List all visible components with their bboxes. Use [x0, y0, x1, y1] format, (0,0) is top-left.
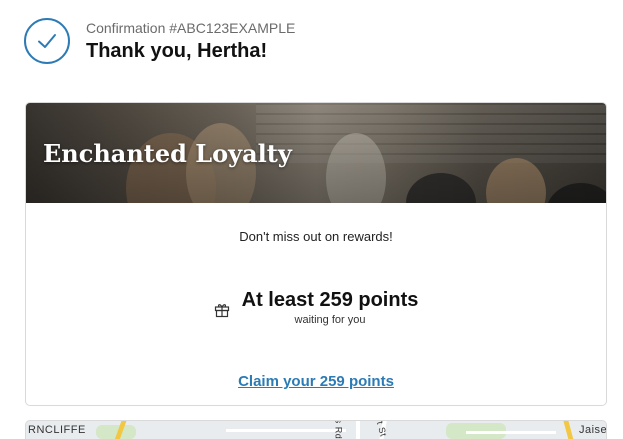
- checkmark-icon: [24, 18, 70, 64]
- map-label-area: RNCLIFFE: [28, 424, 86, 436]
- order-status-page: Confirmation #ABC123EXAMPLE Thank you, H…: [0, 0, 623, 439]
- points-text: At least 259 points waiting for you: [242, 289, 419, 326]
- claim-row: Claim your 259 points: [26, 373, 606, 391]
- map-label-place: Jaise: [579, 424, 607, 436]
- points-summary: At least 259 points waiting for you: [26, 289, 606, 326]
- loyalty-card: Enchanted Loyalty Don't miss out on rewa…: [25, 102, 607, 406]
- loyalty-banner: Enchanted Loyalty: [26, 103, 606, 203]
- confirmation-number: Confirmation #ABC123EXAMPLE: [86, 20, 296, 36]
- map-street-label: t St: [374, 420, 389, 438]
- points-caption: waiting for you: [294, 314, 366, 326]
- gift-icon: [214, 302, 230, 323]
- thank-you-heading: Thank you, Hertha!: [86, 40, 268, 62]
- confirmation-header: Confirmation #ABC123EXAMPLE Thank you, H…: [24, 18, 295, 64]
- points-heading: At least 259 points: [241, 289, 419, 311]
- claim-points-link[interactable]: Claim your 259 points: [238, 373, 394, 390]
- loyalty-banner-title: Enchanted Loyalty: [43, 139, 292, 168]
- header-text: Confirmation #ABC123EXAMPLE Thank you, H…: [86, 20, 295, 63]
- map-street-label: s Rd: [333, 420, 344, 439]
- rewards-subtitle: Don't miss out on rewards!: [239, 229, 393, 244]
- map-preview[interactable]: RNCLIFFE s Rd t St Jaise: [25, 420, 607, 439]
